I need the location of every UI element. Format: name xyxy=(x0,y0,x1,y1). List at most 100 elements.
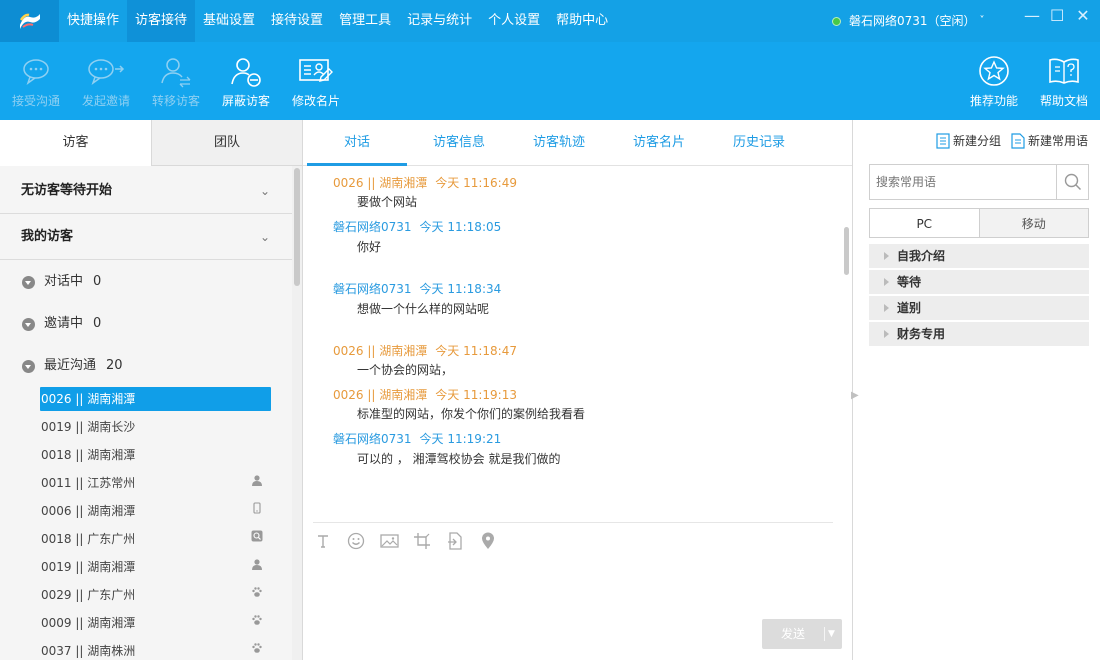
search-engine-icon xyxy=(251,527,263,551)
group-label: 邀请中 xyxy=(44,316,84,331)
phrase-group-self-intro[interactable]: 自我介绍 xyxy=(869,244,1089,268)
tab-visitor-info[interactable]: 访客信息 xyxy=(409,120,509,166)
visitor-list-item[interactable]: 0009 || 湖南湘潭 xyxy=(40,611,271,635)
menu-quick-ops[interactable]: 快捷操作 xyxy=(59,0,127,42)
new-phrase-button[interactable]: 新建常用语 xyxy=(1011,132,1088,149)
input-divider xyxy=(313,522,833,523)
visitor-list-item[interactable]: 0019 || 湖南湘潭 xyxy=(40,555,271,579)
agent-status-dropdown[interactable]: 磐石网络0731（空闲） ˅ xyxy=(832,0,985,42)
tab-mobile[interactable]: 移动 xyxy=(978,208,1089,238)
menu-management-tools[interactable]: 管理工具 xyxy=(331,0,399,42)
menu-bar: 快捷操作 访客接待 基础设置 接待设置 管理工具 记录与统计 个人设置 帮助中心… xyxy=(0,0,1100,42)
visitor-list-item[interactable]: 0018 || 湖南湘潭 xyxy=(40,443,271,467)
visitor-list-item[interactable]: 0026 || 湖南湘潭 xyxy=(40,387,271,411)
person-icon xyxy=(251,555,263,579)
paw-icon xyxy=(251,639,263,660)
edit-card-button[interactable]: 修改名片 xyxy=(281,42,351,120)
group-inviting[interactable]: 邀请中 0 xyxy=(22,313,101,335)
search-button[interactable] xyxy=(1056,165,1088,199)
group-label: 最近沟通 xyxy=(44,358,97,373)
accept-chat-button[interactable]: 接受沟通 xyxy=(1,42,71,120)
menu-records-stats[interactable]: 记录与统计 xyxy=(399,0,480,42)
recommend-features-label: 推荐功能 xyxy=(969,94,1018,108)
menu-personal-settings[interactable]: 个人设置 xyxy=(480,0,548,42)
menu-visitor-reception[interactable]: 访客接待 xyxy=(127,0,196,42)
message-sender: 磐石网络0731 xyxy=(333,220,412,234)
send-button-separator xyxy=(824,627,825,641)
chat-scrollbar[interactable] xyxy=(844,227,849,275)
recommend-features-button[interactable]: 推荐功能 xyxy=(959,42,1029,120)
phrase-group-waiting[interactable]: 等待 xyxy=(869,270,1089,294)
image-icon[interactable] xyxy=(379,531,399,551)
message-time: 今天 11:18:47 xyxy=(435,344,517,358)
block-user-icon xyxy=(231,58,261,87)
send-button[interactable]: 发送 ▼ xyxy=(762,619,842,649)
phrase-search xyxy=(869,164,1089,200)
minimize-icon[interactable]: — xyxy=(1024,6,1040,26)
tab-visitor-track[interactable]: 访客轨迹 xyxy=(509,120,609,166)
visitor-list-scrollbar[interactable] xyxy=(292,166,302,660)
tab-team[interactable]: 团队 xyxy=(151,120,302,166)
visitor-list-item[interactable]: 0029 || 广东广州 xyxy=(40,583,271,607)
app-logo xyxy=(0,0,59,42)
send-options-chevron-icon[interactable]: ▼ xyxy=(828,619,835,649)
message-time: 今天 11:19:13 xyxy=(435,388,517,402)
section-waiting[interactable]: 无访客等待开始 ⌄ xyxy=(0,168,292,214)
visitor-list-item[interactable]: 0011 || 江苏常州 xyxy=(40,471,271,495)
tab-conversation[interactable]: 对话 xyxy=(307,120,407,166)
message-sender: 磐石网络0731 xyxy=(333,282,412,296)
phrase-group-finance[interactable]: 财务专用 xyxy=(869,322,1089,346)
location-pin-icon[interactable] xyxy=(478,531,498,551)
accept-chat-label: 接受沟通 xyxy=(11,94,60,108)
visitor-list-item[interactable]: 0037 || 湖南株洲 xyxy=(40,639,271,660)
group-recent[interactable]: 最近沟通 20 xyxy=(22,355,123,377)
new-group-button[interactable]: 新建分组 xyxy=(936,132,1001,149)
close-icon[interactable]: ✕ xyxy=(1076,6,1090,26)
collapse-panel-icon[interactable]: ▶ xyxy=(851,390,859,401)
transfer-visitor-button[interactable]: 转移访客 xyxy=(141,42,211,120)
visitor-list-item[interactable]: 0019 || 湖南长沙 xyxy=(40,415,271,439)
tab-visitor-card[interactable]: 访客名片 xyxy=(609,120,709,166)
message-list: 0026 || 湖南湘潭 今天 11:16:49 要做个网站 磐石网络0731 今天… xyxy=(303,167,852,519)
message-sender: 0026 || 湖南湘潭 xyxy=(333,176,428,190)
help-doc-button[interactable]: 帮助文档 xyxy=(1029,42,1099,120)
window-controls: — ☐ ✕ xyxy=(1024,6,1090,26)
main-menu: 快捷操作 访客接待 基础设置 接待设置 管理工具 记录与统计 个人设置 帮助中心 xyxy=(59,0,616,42)
menu-reception-settings[interactable]: 接待设置 xyxy=(263,0,331,42)
menu-help-center[interactable]: 帮助中心 xyxy=(548,0,616,42)
screenshot-crop-icon[interactable] xyxy=(412,531,432,551)
scrollbar-thumb[interactable] xyxy=(294,168,300,286)
maximize-icon[interactable]: ☐ xyxy=(1050,6,1064,26)
block-visitor-button[interactable]: 屏蔽访客 xyxy=(211,42,281,120)
menu-basic-settings[interactable]: 基础设置 xyxy=(195,0,263,42)
phrase-group-farewell[interactable]: 道别 xyxy=(869,296,1089,320)
send-invite-button[interactable]: 发起邀请 xyxy=(71,42,141,120)
paw-icon xyxy=(251,583,263,607)
tab-visitors[interactable]: 访客 xyxy=(0,120,151,166)
tab-pc[interactable]: PC xyxy=(869,208,979,238)
new-phrase-label: 新建常用语 xyxy=(1027,134,1088,148)
tab-history[interactable]: 历史记录 xyxy=(709,120,809,166)
message-sender: 磐石网络0731 xyxy=(333,432,412,446)
visitor-label: 0009 || 湖南湘潭 xyxy=(41,616,136,630)
visitor-panel-tabs: 访客 团队 xyxy=(0,120,302,166)
person-icon xyxy=(251,471,263,495)
visitor-list-item[interactable]: 0006 || 湖南湘潭 xyxy=(40,499,271,523)
phrase-search-input[interactable] xyxy=(870,165,1057,199)
online-status-icon xyxy=(832,16,841,26)
file-transfer-icon[interactable] xyxy=(445,531,465,551)
visitor-label: 0037 || 湖南株洲 xyxy=(41,644,136,658)
chevron-down-icon: ⌄ xyxy=(259,230,270,244)
visitor-label: 0026 || 湖南湘潭 xyxy=(41,392,136,406)
collapse-toggle-icon xyxy=(22,359,35,373)
send-invite-label: 发起邀请 xyxy=(81,94,130,108)
message-sender: 0026 || 湖南湘潭 xyxy=(333,388,428,402)
emoji-icon[interactable] xyxy=(346,531,366,551)
chat-bubble-icon xyxy=(23,59,49,85)
group-in-chat[interactable]: 对话中 0 xyxy=(22,271,101,293)
send-button-label: 发送 xyxy=(780,627,805,641)
visitor-list-item[interactable]: 0018 || 广东广州 xyxy=(40,527,271,551)
section-my-visitors[interactable]: 我的访客 ⌄ xyxy=(0,214,292,260)
message-text: 标准型的网站，你发个你们的案例给我看看 xyxy=(357,407,586,421)
font-icon[interactable] xyxy=(313,531,333,551)
